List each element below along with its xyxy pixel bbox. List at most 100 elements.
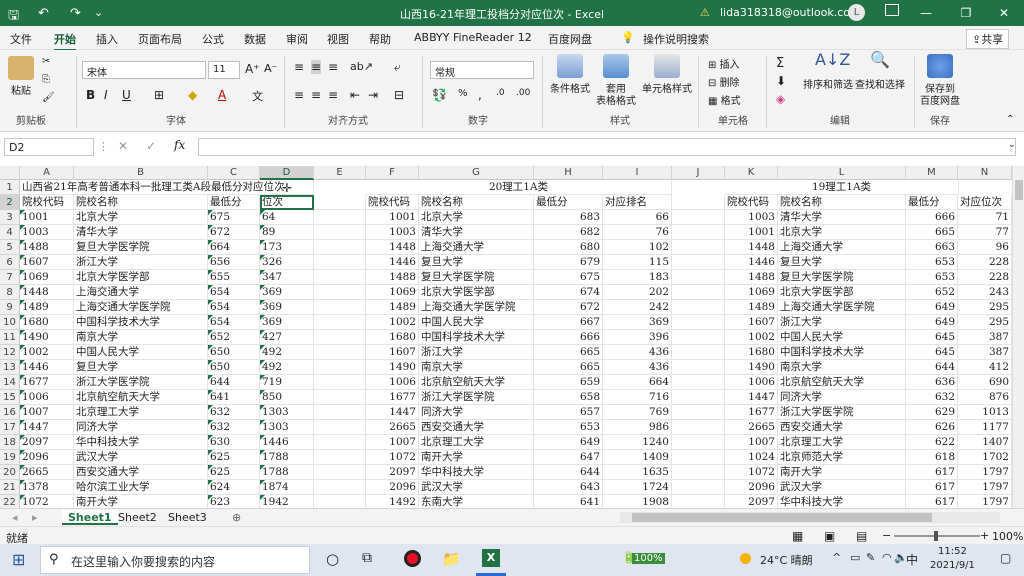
cell-b22[interactable]: 南开大学 — [74, 495, 208, 508]
cell-k16[interactable]: 1677 — [725, 405, 778, 420]
cell-d18[interactable]: 1446 — [260, 435, 314, 450]
cell-styles-button[interactable]: 单元格样式 — [642, 54, 692, 96]
cell-j6[interactable] — [672, 255, 725, 270]
cell-l6[interactable]: 复旦大学 — [778, 255, 906, 270]
cell-d6[interactable]: 326 — [260, 255, 314, 270]
vertical-scroll-thumb[interactable] — [1015, 180, 1023, 200]
cell-c9[interactable]: 654 — [208, 300, 260, 315]
cell-m14[interactable]: 636 — [906, 375, 958, 390]
cell-f2-header[interactable]: 院校代码 — [366, 195, 419, 210]
cell-d10[interactable]: 369 — [260, 315, 314, 330]
cell-c14[interactable]: 644 — [208, 375, 260, 390]
screen-recorder-icon[interactable] — [404, 550, 421, 567]
cell-b21[interactable]: 哈尔滨工业大学 — [74, 480, 208, 495]
cell-k4[interactable]: 1001 — [725, 225, 778, 240]
cell-i18[interactable]: 1240 — [603, 435, 672, 450]
cell-i2-header[interactable]: 对应排名 — [603, 195, 672, 210]
cell-f3[interactable]: 1001 — [366, 210, 419, 225]
row-header-2[interactable]: 2 — [0, 195, 20, 210]
close-icon[interactable]: ✕ — [984, 0, 1024, 26]
cell-c21[interactable]: 624 — [208, 480, 260, 495]
cell-k8[interactable]: 1069 — [725, 285, 778, 300]
underline-icon[interactable]: U — [122, 88, 131, 102]
cell-n13[interactable]: 412 — [958, 360, 1012, 375]
cell-e5[interactable] — [314, 240, 366, 255]
cell-n10[interactable]: 295 — [958, 315, 1012, 330]
page-break-view-icon[interactable]: ▤ — [856, 529, 867, 543]
cell-n4[interactable]: 77 — [958, 225, 1012, 240]
cell-d15[interactable]: 850 — [260, 390, 314, 405]
cell-m2-header[interactable]: 最低分 — [906, 195, 958, 210]
increase-decimal-icon[interactable]: .0 — [496, 88, 505, 98]
cell-b3[interactable]: 北京大学 — [74, 210, 208, 225]
cell-h4[interactable]: 682 — [534, 225, 603, 240]
cell-a6[interactable]: 1607 — [20, 255, 74, 270]
cell-f6[interactable]: 1446 — [366, 255, 419, 270]
row-header-9[interactable]: 9 — [0, 300, 20, 315]
save-to-netdisk-button[interactable]: 保存到 百度网盘 — [918, 54, 962, 108]
cell-c18[interactable]: 630 — [208, 435, 260, 450]
row-header-11[interactable]: 11 — [0, 330, 20, 345]
cell-f16[interactable]: 1447 — [366, 405, 419, 420]
cell-a2-header[interactable]: 院校代码 — [20, 195, 74, 210]
cell-b16[interactable]: 北京理工大学 — [74, 405, 208, 420]
ribbon-display-options-icon[interactable] — [885, 4, 899, 16]
cell-m18[interactable]: 622 — [906, 435, 958, 450]
cell-j7[interactable] — [672, 270, 725, 285]
quick-access-dropdown-icon[interactable]: ⌄ — [94, 6, 103, 19]
network-icon[interactable]: ▭ — [850, 551, 860, 564]
row-header-1[interactable]: 1 — [0, 180, 20, 195]
cell-n22[interactable]: 1797 — [958, 495, 1012, 508]
cell-k18[interactable]: 1007 — [725, 435, 778, 450]
enter-entry-icon[interactable]: ✓ — [146, 139, 156, 153]
cell-g10[interactable]: 中国人民大学 — [419, 315, 534, 330]
cell-m13[interactable]: 644 — [906, 360, 958, 375]
cell-n7[interactable]: 228 — [958, 270, 1012, 285]
cell-k5[interactable]: 1448 — [725, 240, 778, 255]
cell-a8[interactable]: 1448 — [20, 285, 74, 300]
cell-c7[interactable]: 655 — [208, 270, 260, 285]
cell-d7[interactable]: 347 — [260, 270, 314, 285]
format-painter-icon[interactable]: 🖌 — [42, 92, 55, 103]
cell-k19[interactable]: 1024 — [725, 450, 778, 465]
notifications-icon[interactable]: ▢ — [1000, 551, 1011, 565]
cell-l4[interactable]: 北京大学 — [778, 225, 906, 240]
cell-n9[interactable]: 295 — [958, 300, 1012, 315]
cell-g1-title[interactable]: 20理工1A类 — [366, 180, 672, 195]
column-header-i[interactable]: I — [603, 166, 672, 180]
cell-n8[interactable]: 243 — [958, 285, 1012, 300]
cell-f5[interactable]: 1448 — [366, 240, 419, 255]
cell-a10[interactable]: 1680 — [20, 315, 74, 330]
orientation-icon[interactable]: ab↗ — [350, 60, 373, 73]
row-header-19[interactable]: 19 — [0, 450, 20, 465]
cell-d20[interactable]: 1788 — [260, 465, 314, 480]
cell-a1-title[interactable]: 山西省21年高考普通本科一批理工类A段最低分对应位次 — [20, 180, 314, 195]
restore-icon[interactable]: ❐ — [946, 0, 986, 26]
cell-f21[interactable]: 2096 — [366, 480, 419, 495]
cell-f13[interactable]: 1490 — [366, 360, 419, 375]
worksheet-grid[interactable]: ABCDEFGHIJKLMN 1 2 3 4 5 6 7 8 9 10 11 12 13 14 15 16 17… — [0, 166, 1012, 508]
column-header-d[interactable]: D — [260, 166, 314, 180]
cell-k17[interactable]: 2665 — [725, 420, 778, 435]
cell-h5[interactable]: 680 — [534, 240, 603, 255]
wifi-icon[interactable]: ◠ — [882, 551, 892, 564]
cell-e18[interactable] — [314, 435, 366, 450]
cell-b14[interactable]: 浙江大学医学院 — [74, 375, 208, 390]
cell-a22[interactable]: 1072 — [20, 495, 74, 508]
cell-h2-header[interactable]: 最低分 — [534, 195, 603, 210]
cell-b7[interactable]: 北京大学医学部 — [74, 270, 208, 285]
zoom-out-icon[interactable]: − — [882, 529, 891, 542]
page-layout-view-icon[interactable]: ▣ — [824, 529, 835, 543]
cell-a11[interactable]: 1490 — [20, 330, 74, 345]
cell-n12[interactable]: 387 — [958, 345, 1012, 360]
cell-d8[interactable]: 369 — [260, 285, 314, 300]
cell-a9[interactable]: 1489 — [20, 300, 74, 315]
cell-f8[interactable]: 1069 — [366, 285, 419, 300]
cell-m5[interactable]: 663 — [906, 240, 958, 255]
cell-b5[interactable]: 复旦大学医学院 — [74, 240, 208, 255]
row-header-3[interactable]: 3 — [0, 210, 20, 225]
zoom-slider-handle[interactable] — [934, 531, 938, 541]
cell-m12[interactable]: 645 — [906, 345, 958, 360]
cell-n16[interactable]: 1013 — [958, 405, 1012, 420]
cell-b20[interactable]: 西安交通大学 — [74, 465, 208, 480]
